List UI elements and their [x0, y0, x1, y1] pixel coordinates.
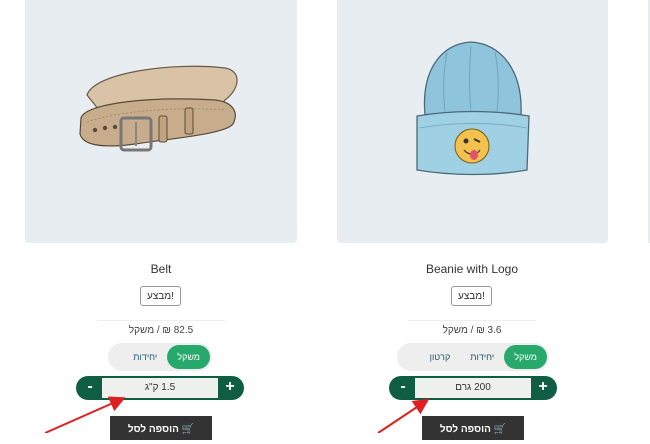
- quantity-stepper: - 1.5 ק"ג +: [76, 376, 244, 400]
- cart-icon: 🛒: [181, 424, 195, 435]
- sale-badge: מבצע!: [451, 286, 492, 306]
- add-to-cart-label: הוספה לסל: [439, 424, 491, 435]
- unit-toggle: משקל יחידות: [108, 343, 212, 371]
- add-to-cart-button[interactable]: 🛒 הוספה לסל: [110, 416, 212, 440]
- product-title[interactable]: Beanie with Logo: [372, 262, 572, 276]
- increment-button[interactable]: +: [531, 376, 555, 400]
- cart-icon: 🛒: [493, 424, 507, 435]
- add-to-cart-label: הוספה לסל: [127, 424, 179, 435]
- add-to-cart-button[interactable]: 🛒 הוספה לסל: [422, 416, 524, 440]
- unit-option-weight[interactable]: משקל: [504, 345, 547, 369]
- increment-button[interactable]: +: [218, 376, 242, 400]
- unit-option-units[interactable]: יחידות: [123, 345, 167, 369]
- decrement-button[interactable]: -: [391, 376, 415, 400]
- unit-option-units[interactable]: יחידות: [460, 345, 504, 369]
- quantity-field[interactable]: 200 גרם: [415, 378, 531, 398]
- belt-illustration-icon: [79, 65, 238, 152]
- product-title[interactable]: Belt: [61, 262, 261, 276]
- quantity-field[interactable]: 1.5 ק"ג: [102, 378, 218, 398]
- quantity-stepper: - 200 גרם +: [389, 376, 557, 400]
- unit-option-weight[interactable]: משקל: [167, 345, 210, 369]
- unit-toggle: משקל יחידות קרטון: [397, 343, 549, 371]
- product-image-beanie[interactable]: [337, 0, 608, 243]
- product-price: 82.5 ₪ / משקל: [97, 320, 225, 340]
- sale-badge: מבצע!: [140, 286, 181, 306]
- unit-option-carton[interactable]: קרטון: [420, 345, 461, 369]
- decrement-button[interactable]: -: [78, 376, 102, 400]
- beanie-illustration-icon: [416, 41, 530, 176]
- product-image-belt[interactable]: [25, 0, 297, 243]
- product-price: 3.6 ₪ / משקל: [408, 320, 536, 340]
